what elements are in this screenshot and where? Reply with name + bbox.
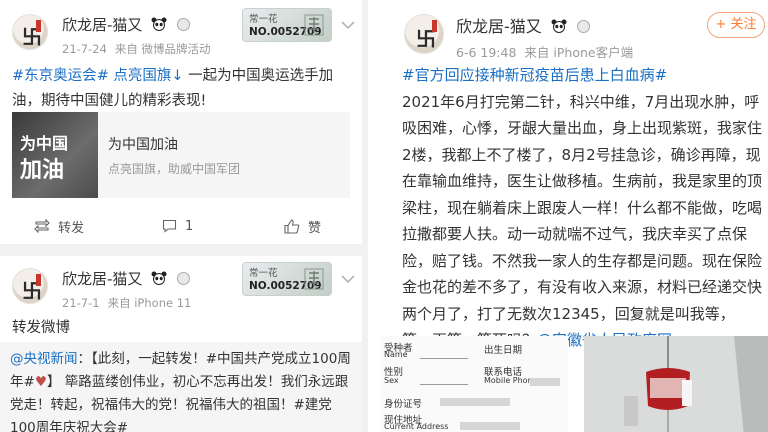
like-button[interactable]: 赞 xyxy=(284,214,321,238)
username[interactable]: 欣龙居-猫又 xyxy=(456,17,542,36)
repost-label: 转发 xyxy=(58,220,85,236)
action-bar: 转发 1 赞 xyxy=(0,214,362,238)
medal-icon xyxy=(176,18,190,31)
post-time: 21-7-24 xyxy=(62,42,107,56)
panda-icon xyxy=(151,17,167,31)
avatar[interactable]: 卐 xyxy=(404,14,444,54)
follow-button[interactable]: + 关注 xyxy=(707,12,765,38)
comment-count: 1 xyxy=(185,218,194,234)
post-source: 来自 iPhone 11 xyxy=(107,296,192,310)
card-subtitle: 点亮国旗，助威中国军团 xyxy=(108,162,241,176)
form-label: 出生日期 xyxy=(484,345,523,356)
post-source: 来自 微博品牌活动 xyxy=(114,42,211,56)
form-sublabel: Sex xyxy=(384,376,399,385)
username[interactable]: 欣龙居-猫又 xyxy=(62,16,142,34)
fan-badge: 常一花 NO.0052709 xyxy=(242,262,332,296)
attached-photo-form[interactable]: 受种者 Name 出生日期 性别 Sex 联系电话 Mobile Phone 身… xyxy=(380,336,568,432)
hashtag-link[interactable]: #官方回应接种新冠疫苗后患上白血病# xyxy=(402,66,667,84)
fan-badge: 常一花 NO.0052709 xyxy=(242,8,332,42)
quote-author-link[interactable]: @央视新闻 xyxy=(10,351,78,367)
post-text-content: 2021年6月打完第二针，科兴中维，7月出现水肿，呼吸困难，心悸，牙龈大量出血，… xyxy=(402,92,763,350)
post-text: #官方回应接种新冠疫苗后患上白血病# 2021年6月打完第二针，科兴中维，7月出… xyxy=(402,62,762,354)
post-source: 来自 iPhone客户端 xyxy=(524,45,634,60)
post-time: 6-6 19:48 xyxy=(456,45,517,60)
medal-icon xyxy=(576,20,590,33)
username-row[interactable]: 欣龙居-猫又 xyxy=(62,14,190,35)
form-sublabel: Current Address xyxy=(384,422,449,431)
quoted-post[interactable]: @央视新闻：【此刻，一起转发！#中国共产党成立100周年#♥】 筚路蓝缕创伟业，… xyxy=(0,342,362,432)
post-meta: 21-7-1 来自 iPhone 11 xyxy=(62,295,191,311)
like-icon xyxy=(284,218,300,234)
post-time: 21-7-1 xyxy=(62,296,100,310)
username-row[interactable]: 欣龙居-猫又 xyxy=(62,268,190,289)
quoted-text: @央视新闻：【此刻，一起转发！#中国共产党成立100周年#♥】 筚路蓝缕创伟业，… xyxy=(10,348,356,432)
medal-icon xyxy=(176,272,190,285)
badge-title: 常一花 xyxy=(249,268,278,279)
panda-icon xyxy=(151,271,167,285)
lu-character-icon xyxy=(304,268,324,290)
post-meta: 21-7-24 来自 微博品牌活动 xyxy=(62,41,211,57)
card-title: 为中国加油 xyxy=(108,137,178,153)
username[interactable]: 欣龙居-猫又 xyxy=(62,270,142,288)
post-text: #东京奥运会# 点亮国旗↓ 一起为中国奥运选手加油，期待中国健儿的精彩表现! xyxy=(12,64,352,114)
lu-character-icon xyxy=(304,14,324,36)
form-label: 身份证号 xyxy=(384,399,423,410)
activity-card[interactable]: 为中国 加油 为中国加油 点亮国旗，助威中国军团 xyxy=(12,112,350,198)
post-separator xyxy=(0,244,362,256)
username-row[interactable]: 欣龙居-猫又 xyxy=(456,13,590,37)
comment-icon xyxy=(162,219,177,233)
repost-icon xyxy=(34,219,50,233)
panda-icon xyxy=(551,19,567,33)
repost-button[interactable]: 转发 xyxy=(34,214,84,238)
chevron-down-icon[interactable] xyxy=(340,20,356,30)
hashtag-link[interactable]: #东京奥运会# 点亮国旗↓ xyxy=(12,68,184,84)
heart-icon: ♥ xyxy=(34,374,47,390)
avatar[interactable]: 卐 xyxy=(12,268,48,304)
thumb-text-2: 加油 xyxy=(20,158,65,183)
post-meta: 6-6 19:48 来自 iPhone客户端 xyxy=(456,42,633,61)
chevron-down-icon[interactable] xyxy=(340,274,356,284)
card-thumbnail: 为中国 加油 xyxy=(12,112,98,198)
avatar[interactable]: 卐 xyxy=(12,14,48,50)
transfusion-bag-image xyxy=(584,336,768,432)
comment-button[interactable]: 1 xyxy=(162,214,193,238)
thumb-text-1: 为中国 xyxy=(20,134,69,153)
post-text: 转发微博 xyxy=(12,320,70,336)
quote-text-part2: 】 筚路蓝缕创伟业，初心不忘再出发！我们永远跟党走！转起，祝福伟大的党！祝福伟大… xyxy=(10,374,349,432)
form-sublabel: Name xyxy=(384,350,408,359)
like-label: 赞 xyxy=(308,220,322,236)
attached-photo-transfusion[interactable] xyxy=(584,336,768,432)
left-screenshot-panel: 卐 欣龙居-猫又 21-7-24 来自 微博品牌活动 常一花 NO.0052709… xyxy=(0,0,362,432)
badge-title: 常一花 xyxy=(249,14,278,25)
